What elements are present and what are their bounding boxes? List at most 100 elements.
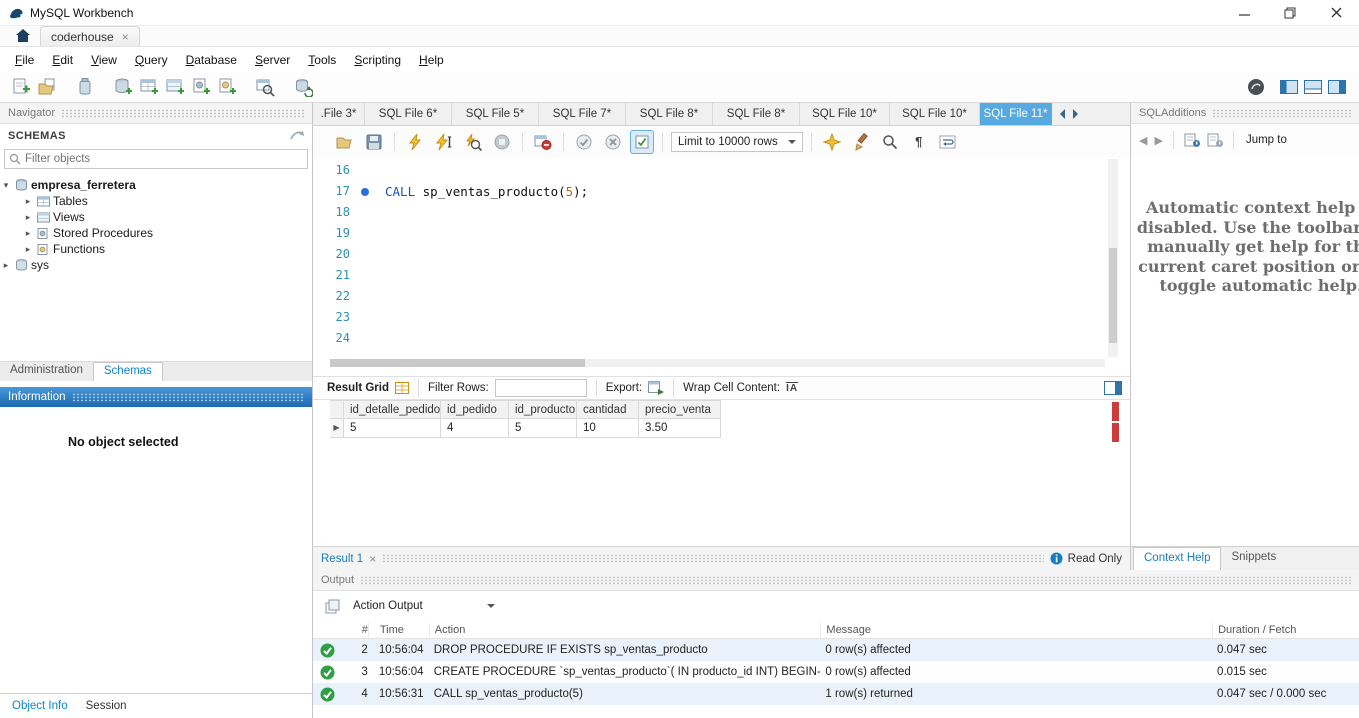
menu-item-file[interactable]: File <box>6 50 43 70</box>
menu-item-database[interactable]: Database <box>177 50 246 70</box>
column-header[interactable]: id_detalle_pedido <box>344 400 441 419</box>
close-result-icon[interactable]: × <box>369 552 376 566</box>
create-function-button[interactable] <box>214 75 240 99</box>
toggle-invisible-chars-button[interactable]: ¶ <box>907 130 931 154</box>
menu-item-tools[interactable]: Tools <box>299 50 345 70</box>
help-back-icon[interactable]: ◀ <box>1139 134 1147 147</box>
menu-item-edit[interactable]: Edit <box>43 50 82 70</box>
menu-item-server[interactable]: Server <box>246 50 299 70</box>
create-table-button[interactable] <box>136 75 162 99</box>
column-header[interactable]: precio_venta <box>639 400 721 419</box>
tab-scroll-right-icon[interactable] <box>1073 109 1078 119</box>
expander-collapsed-icon[interactable]: ▸ <box>22 244 34 255</box>
sql-code-editor[interactable]: 16 17 18 19 20 21 22 23 24 CALL sp_venta… <box>313 157 1130 369</box>
expander-expanded-icon[interactable]: ▾ <box>0 180 12 191</box>
output-row[interactable]: 2 10:56:04 DROP PROCEDURE IF EXISTS sp_v… <box>313 639 1359 661</box>
column-header[interactable]: id_producto <box>509 400 577 419</box>
filter-objects-input[interactable] <box>25 153 303 165</box>
sql-tab-1[interactable]: SQL File 6* <box>365 103 452 125</box>
expander-collapsed-icon[interactable]: ▸ <box>22 196 34 207</box>
cell[interactable]: 10 <box>577 419 639 438</box>
column-header[interactable]: cantidad <box>577 400 639 419</box>
explain-plan-button[interactable] <box>461 130 485 154</box>
tree-item-schema[interactable]: ▾ empresa_ferretera <box>0 177 312 193</box>
connection-tab-coderhouse[interactable]: coderhouse × <box>40 26 140 46</box>
menu-item-scripting[interactable]: Scripting <box>345 50 410 70</box>
new-sql-tab-button[interactable] <box>8 75 34 99</box>
cell[interactable]: 4 <box>441 419 509 438</box>
create-schema-button[interactable] <box>110 75 136 99</box>
tree-item-stored-procedures[interactable]: ▸ Stored Procedures <box>0 225 312 241</box>
tab-schemas[interactable]: Schemas <box>92 362 163 381</box>
filter-rows-input[interactable] <box>494 379 587 397</box>
execute-current-statement-button[interactable] <box>432 130 456 154</box>
grid-side-panel-toggle-icon[interactable] <box>1104 381 1122 398</box>
cell[interactable]: 5 <box>509 419 577 438</box>
open-script-button[interactable] <box>333 130 357 154</box>
toggle-right-sidebar-button[interactable] <box>1327 75 1347 99</box>
tab-object-info[interactable]: Object Info <box>12 700 68 712</box>
beautify-script-button[interactable] <box>820 130 844 154</box>
tab-session[interactable]: Session <box>86 700 127 712</box>
sql-tab-4[interactable]: SQL File 8* <box>626 103 713 125</box>
home-tab-button[interactable] <box>6 25 40 46</box>
expander-collapsed-icon[interactable]: ▸ <box>22 228 34 239</box>
find-panel-button[interactable] <box>878 130 902 154</box>
inspector-button[interactable] <box>72 75 98 99</box>
toggle-stop-on-error-button[interactable] <box>531 130 555 154</box>
wrap-cell-content-icon[interactable]: IA <box>786 382 799 394</box>
tab-scroll-left-icon[interactable] <box>1060 109 1065 119</box>
help-forward-icon[interactable]: ▶ <box>1154 134 1162 147</box>
toggle-bottom-panel-button[interactable] <box>1303 75 1323 99</box>
menu-item-query[interactable]: Query <box>126 50 177 70</box>
tab-snippets[interactable]: Snippets <box>1221 547 1286 570</box>
toggle-word-wrap-button[interactable] <box>936 130 960 154</box>
create-view-button[interactable] <box>162 75 188 99</box>
refresh-schemas-icon[interactable] <box>290 130 304 142</box>
export-icon[interactable] <box>648 381 665 395</box>
scrollbar-thumb[interactable] <box>1109 248 1117 344</box>
cell[interactable]: 3.50 <box>639 419 721 438</box>
tree-item-tables[interactable]: ▸ Tables <box>0 193 312 209</box>
sql-tab-7[interactable]: SQL File 10* <box>890 103 980 125</box>
execute-script-button[interactable] <box>403 130 427 154</box>
auto-help-icon[interactable] <box>1207 132 1223 148</box>
sql-tab-8-active[interactable]: SQL File 11* <box>980 103 1052 125</box>
tree-item-sys-schema[interactable]: ▸ sys <box>0 257 312 273</box>
jump-to-button[interactable]: Jump to <box>1246 134 1287 146</box>
caret-help-icon[interactable] <box>1184 132 1200 148</box>
menu-item-help[interactable]: Help <box>410 50 453 70</box>
tree-item-views[interactable]: ▸ Views <box>0 209 312 225</box>
expander-collapsed-icon[interactable]: ▸ <box>22 212 34 223</box>
clean-up-sql-button[interactable] <box>849 130 873 154</box>
editor-vertical-scrollbar[interactable] <box>1108 159 1118 357</box>
sql-tab-6[interactable]: SQL File 10* <box>800 103 890 125</box>
commit-button[interactable] <box>572 130 596 154</box>
tab-context-help[interactable]: Context Help <box>1133 547 1222 570</box>
stop-execution-button[interactable] <box>490 130 514 154</box>
output-row[interactable]: 3 10:56:04 CREATE PROCEDURE `sp_ventas_p… <box>313 661 1359 683</box>
tree-item-functions[interactable]: ▸ Functions <box>0 241 312 257</box>
output-row[interactable]: 4 10:56:31 CALL sp_ventas_producto(5) 1 … <box>313 683 1359 705</box>
output-type-dropdown[interactable]: Action Output <box>349 596 499 616</box>
reconnect-dbms-button[interactable] <box>290 75 316 99</box>
sql-tab-2[interactable]: SQL File 5* <box>452 103 539 125</box>
editor-horizontal-scrollbar[interactable] <box>330 359 1105 367</box>
close-button[interactable] <box>1313 0 1359 25</box>
sql-tab-5[interactable]: SQL File 8* <box>713 103 800 125</box>
save-script-button[interactable] <box>362 130 386 154</box>
maximize-button[interactable] <box>1267 0 1313 25</box>
column-header[interactable]: id_pedido <box>441 400 509 419</box>
rollback-button[interactable] <box>601 130 625 154</box>
create-procedure-button[interactable] <box>188 75 214 99</box>
sql-tab-3[interactable]: SQL File 7* <box>539 103 626 125</box>
tab-administration[interactable]: Administration <box>0 362 93 381</box>
sql-tab-0[interactable]: .File 3* <box>313 103 365 125</box>
open-sql-script-button[interactable] <box>34 75 60 99</box>
toggle-left-sidebar-button[interactable] <box>1279 75 1299 99</box>
scrollbar-thumb[interactable] <box>330 359 585 367</box>
toggle-autocommit-button[interactable] <box>630 129 654 154</box>
minimize-button[interactable] <box>1221 0 1267 25</box>
result-grid-row[interactable]: ▶ 5 4 5 10 3.50 <box>330 419 721 438</box>
search-table-data-button[interactable] <box>252 75 278 99</box>
